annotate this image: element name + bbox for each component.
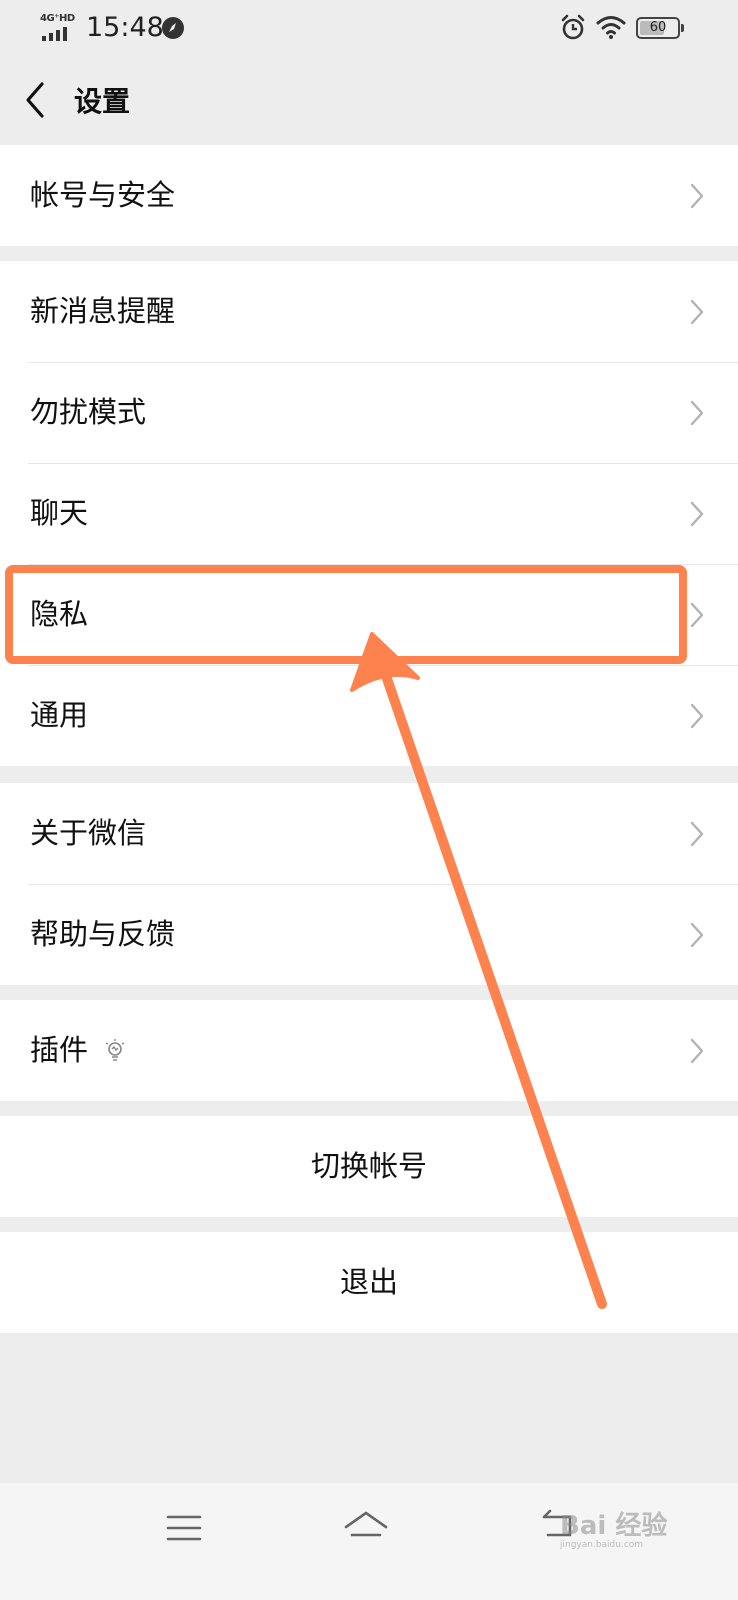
do-not-disturb-item[interactable]: 勿扰模式: [0, 362, 738, 463]
battery-icon: 60: [636, 17, 684, 39]
chevron-left-icon: [26, 82, 44, 118]
watermark-url: jingyan.baidu.com: [560, 1540, 644, 1550]
chevron-right-icon: [690, 821, 704, 847]
switch-account-button[interactable]: 切换帐号: [0, 1116, 738, 1217]
list-item-label: 插件: [30, 1033, 89, 1067]
status-bar: 4G⁺HD 15:48 60: [0, 0, 738, 58]
privacy-item[interactable]: 隐私: [0, 564, 738, 665]
status-time: 15:48: [86, 12, 164, 43]
chevron-right-icon: [690, 922, 704, 948]
chevron-right-icon: [690, 299, 704, 325]
logout-label: 退出: [339, 1265, 398, 1299]
list-item-label: 关于微信: [30, 816, 147, 850]
network-type: 4G⁺HD: [40, 13, 75, 24]
logout-button[interactable]: 退出: [0, 1232, 738, 1333]
settings-group-general: 新消息提醒 勿扰模式 聊天 隐私 通用: [0, 261, 738, 766]
compass-icon: [162, 17, 184, 39]
wifi-icon: [596, 14, 626, 44]
chevron-right-icon: [690, 703, 704, 729]
bulb-icon: [105, 1039, 125, 1061]
watermark: Bai 经验 jingyan.baidu.com: [560, 1505, 667, 1550]
chevron-right-icon: [690, 602, 704, 628]
alarm-icon: [560, 14, 586, 46]
help-feedback-item[interactable]: 帮助与反馈: [0, 884, 738, 985]
logout-group: 退出: [0, 1232, 738, 1333]
new-message-notify-item[interactable]: 新消息提醒: [0, 261, 738, 362]
plugins-item[interactable]: 插件: [0, 1000, 738, 1101]
nav-bar: 设置: [0, 58, 738, 144]
menu-icon[interactable]: [166, 1513, 202, 1543]
list-item-label: 勿扰模式: [30, 395, 147, 429]
signal-icon: 4G⁺HD: [40, 13, 76, 41]
list-item-label: 通用: [30, 698, 89, 732]
chevron-right-icon: [690, 501, 704, 527]
settings-group-account: 帐号与安全: [0, 145, 738, 246]
list-item-label: 帮助与反馈: [30, 917, 176, 951]
back-button[interactable]: [18, 78, 58, 122]
switch-account-label: 切换帐号: [310, 1149, 427, 1183]
list-item-label: 帐号与安全: [30, 178, 176, 212]
settings-group-plugins: 插件: [0, 1000, 738, 1101]
list-item-label: 聊天: [30, 496, 89, 530]
chevron-right-icon: [690, 400, 704, 426]
chevron-right-icon: [690, 1038, 704, 1064]
chevron-right-icon: [690, 183, 704, 209]
switch-account-group: 切换帐号: [0, 1116, 738, 1217]
bottom-nav: Bai 经验 jingyan.baidu.com: [0, 1483, 738, 1600]
general-item[interactable]: 通用: [0, 665, 738, 766]
list-item-label: 隐私: [30, 597, 89, 631]
chat-item[interactable]: 聊天: [0, 463, 738, 564]
about-wechat-item[interactable]: 关于微信: [0, 783, 738, 884]
battery-level: 60: [649, 20, 667, 35]
watermark-text: Bai 经验: [560, 1511, 668, 1541]
list-item-label: 新消息提醒: [30, 294, 176, 328]
account-security-item[interactable]: 帐号与安全: [0, 145, 738, 246]
settings-group-about: 关于微信 帮助与反馈: [0, 783, 738, 985]
page-title: 设置: [74, 85, 131, 118]
home-icon[interactable]: [342, 1507, 390, 1547]
